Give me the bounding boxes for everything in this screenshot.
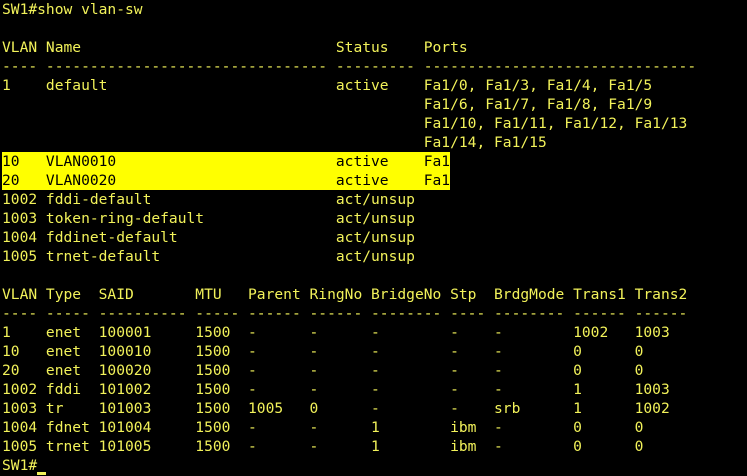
vlan-detail-row-1003: 1003 tr 101003 1500 1005 0 - - srb 1 100… (2, 400, 670, 417)
vlan-detail-header: VLAN Type SAID MTU Parent RingNo BridgeN… (2, 286, 688, 303)
terminal-window[interactable]: SW1#show vlan-sw VLAN Name Status Ports … (0, 0, 747, 476)
vlan-row-1: 1 default active Fa1/0, Fa1/3, Fa1/4, Fa… (2, 77, 653, 94)
vlan-row-1005: 1005 trnet-default act/unsup (2, 248, 415, 265)
command-line: SW1#show vlan-sw (2, 1, 143, 18)
vlan-row-10-highlighted: 10 VLAN0010 active Fa1/1 (2, 152, 468, 171)
vlan-detail-row-20: 20 enet 100020 1500 - - - - - 0 0 (2, 362, 644, 379)
vlan-detail-row-1: 1 enet 100001 1500 - - - - - 1002 1003 (2, 324, 670, 341)
vlan-detail-row-10: 10 enet 100010 1500 - - - - - 0 0 (2, 343, 644, 360)
text-cursor (37, 472, 47, 475)
vlan-table-header: VLAN Name Status Ports (2, 39, 468, 56)
prompt-line[interactable]: SW1# (2, 456, 747, 475)
vlan-row-1004: 1004 fddinet-default act/unsup (2, 229, 415, 246)
vlan-row-1002: 1002 fddi-default act/unsup (2, 191, 415, 208)
vlan-row-1-ports-cont: Fa1/14, Fa1/15 (2, 134, 547, 151)
vlan-row-20-highlighted: 20 VLAN0020 active Fa1/2 (2, 171, 468, 190)
vlan-table-separator: ---- -------------------------------- --… (2, 58, 697, 75)
vlan-detail-row-1004: 1004 fdnet 101004 1500 - - 1 ibm - 0 0 (2, 419, 644, 436)
prompt: SW1# (2, 457, 38, 474)
vlan-detail-row-1002: 1002 fddi 101002 1500 - - - - - 1 1003 (2, 381, 670, 398)
vlan-row-1003: 1003 token-ring-default act/unsup (2, 210, 415, 227)
vlan-detail-row-1005: 1005 trnet 101005 1500 - - 1 ibm - 0 0 (2, 438, 644, 455)
vlan-detail-separator: ---- ----- ---------- ----- ------ -----… (2, 305, 688, 322)
vlan-row-1-ports-cont: Fa1/10, Fa1/11, Fa1/12, Fa1/13 (2, 115, 688, 132)
vlan-row-1-ports-cont: Fa1/6, Fa1/7, Fa1/8, Fa1/9 (2, 96, 653, 113)
